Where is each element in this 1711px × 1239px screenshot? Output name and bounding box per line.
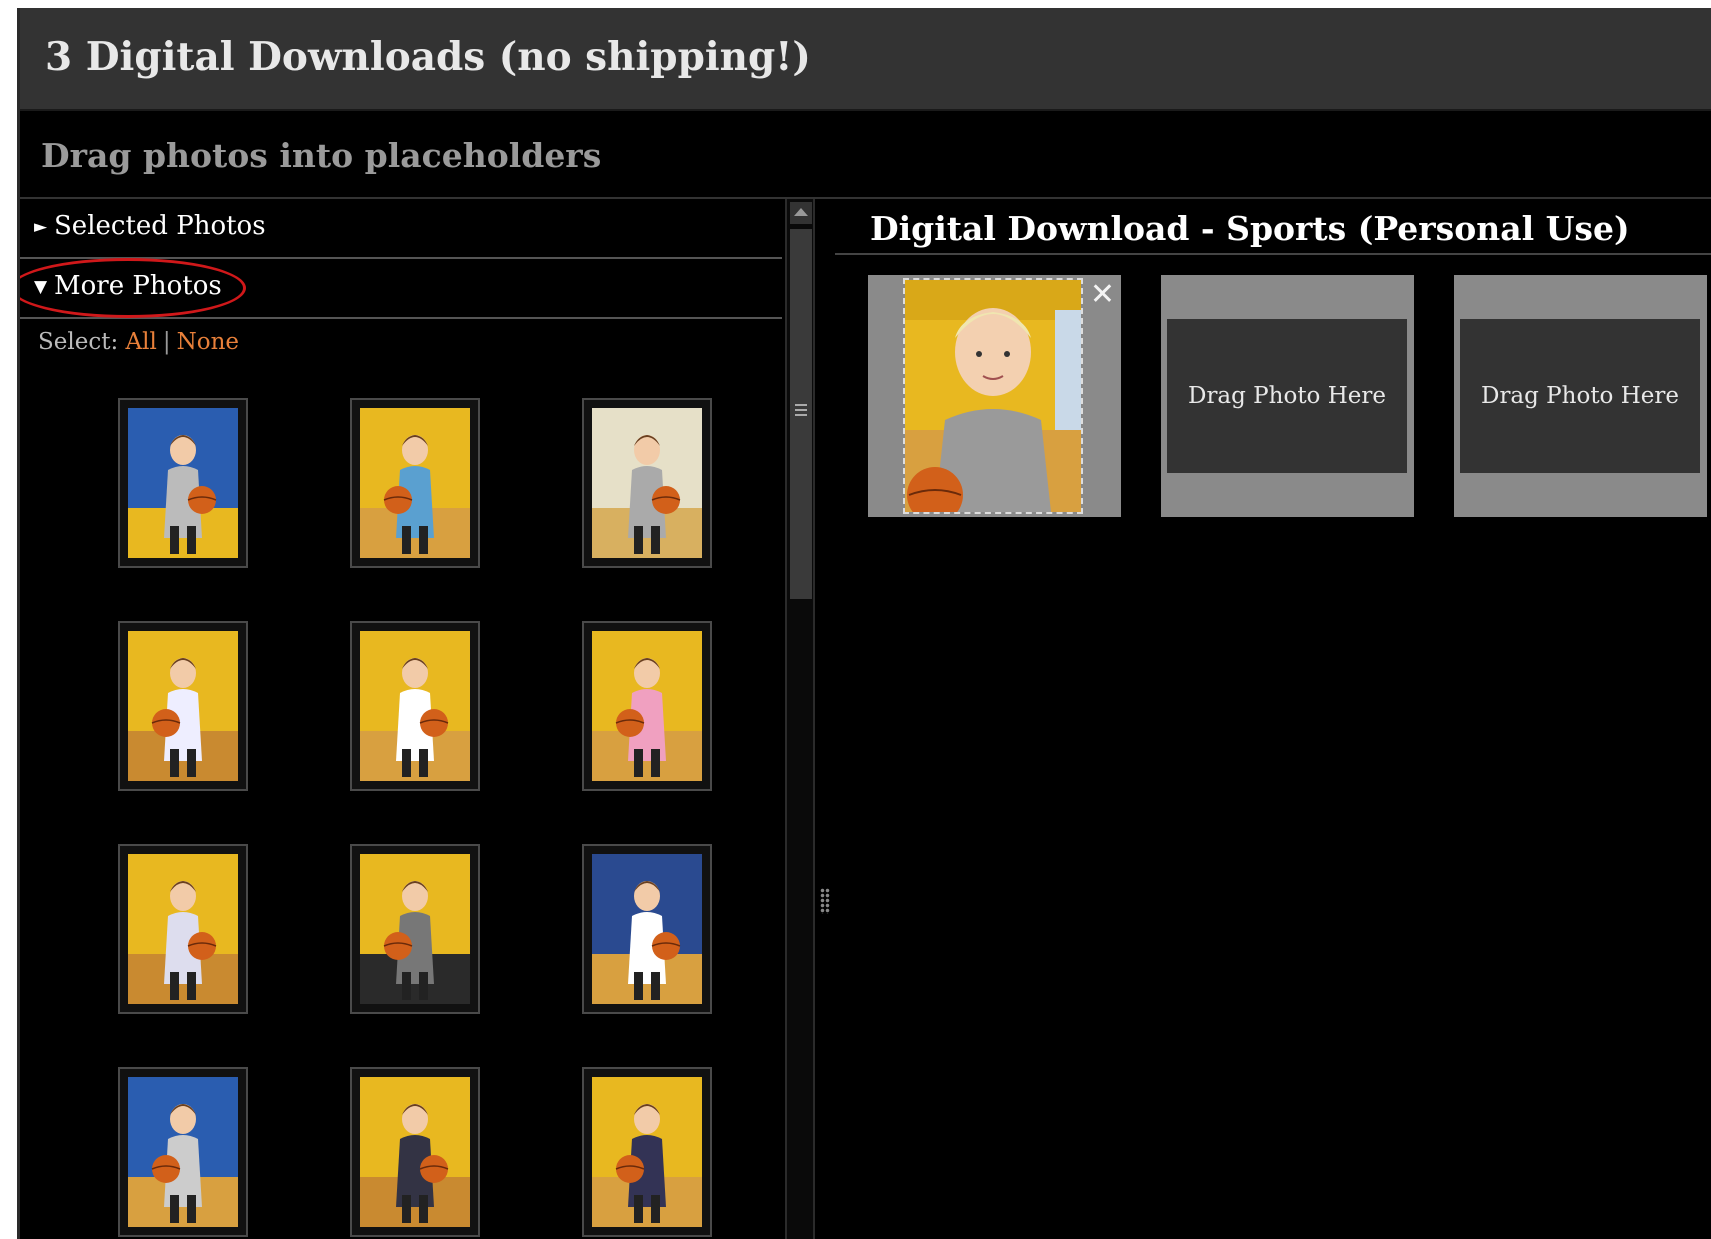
thumbnail-image	[592, 1077, 702, 1227]
title-bar: 3 Digital Downloads (no shipping!)	[20, 8, 1711, 111]
photo-selection-dialog: 3 Digital Downloads (no shipping!) Drag …	[17, 8, 1711, 1239]
thumbnail-image	[128, 408, 238, 558]
photo-browser-panel: ► Selected Photos ▼ More Photos Select: …	[20, 199, 785, 1239]
panel-splitter-handle[interactable]	[820, 888, 830, 914]
more-photos-label: More Photos	[54, 271, 222, 301]
page-title: 3 Digital Downloads (no shipping!)	[45, 34, 811, 80]
photo-thumbnail[interactable]	[118, 1067, 248, 1237]
photo-thumbnail[interactable]	[582, 844, 712, 1014]
thumbnail-image	[128, 631, 238, 781]
photo-thumbnail[interactable]	[350, 1067, 480, 1237]
select-controls: Select: All | None	[38, 329, 239, 355]
photo-thumbnail[interactable]	[118, 621, 248, 791]
photo-thumbnail[interactable]	[582, 398, 712, 568]
instruction-text: Drag photos into placeholders	[41, 136, 602, 175]
photo-thumbnail[interactable]	[582, 621, 712, 791]
thumbnail-image	[592, 854, 702, 1004]
product-title: Digital Download - Sports (Personal Use)	[870, 209, 1630, 248]
photo-slot-3[interactable]: Drag Photo Here	[1454, 275, 1707, 517]
selected-photos-header[interactable]: ► Selected Photos	[20, 199, 782, 259]
photo-thumbnail[interactable]	[350, 621, 480, 791]
product-title-bar: Digital Download - Sports (Personal Use)	[835, 199, 1711, 255]
thumbnail-image	[592, 408, 702, 558]
thumbnail-image	[360, 408, 470, 558]
thumbnail-image	[128, 1077, 238, 1227]
scroll-thumb[interactable]	[790, 229, 812, 599]
drop-zone-label: Drag Photo Here	[1481, 383, 1679, 409]
thumbnail-image	[592, 631, 702, 781]
selected-photos-label: Selected Photos	[54, 211, 266, 241]
thumbnail-image	[360, 854, 470, 1004]
drop-zone-3[interactable]: Drag Photo Here	[1460, 319, 1700, 473]
scroll-grip-icon	[795, 404, 807, 418]
photo-thumbnail[interactable]	[350, 398, 480, 568]
instruction-bar: Drag photos into placeholders	[20, 111, 1711, 199]
scroll-up-arrow-icon[interactable]	[790, 202, 812, 224]
select-all-link[interactable]: All	[126, 329, 157, 355]
photo-thumbnail[interactable]	[582, 1067, 712, 1237]
thumbnail-image	[360, 1077, 470, 1227]
thumbnail-image	[128, 854, 238, 1004]
photo-slot-1[interactable]: ✕	[868, 275, 1121, 517]
drop-zone-label: Drag Photo Here	[1188, 383, 1386, 409]
select-label: Select:	[38, 329, 126, 355]
photo-slot-2[interactable]: Drag Photo Here	[1161, 275, 1414, 517]
select-none-link[interactable]: None	[177, 329, 239, 355]
drop-zone-2[interactable]: Drag Photo Here	[1167, 319, 1407, 473]
page: 3 Digital Downloads (no shipping!) Drag …	[0, 0, 1711, 1239]
expanded-arrow-icon: ▼	[34, 277, 48, 297]
thumbnail-image	[360, 631, 470, 781]
photo-thumbnail[interactable]	[350, 844, 480, 1014]
placed-photo-image	[905, 280, 1081, 512]
photo-thumbnail[interactable]	[118, 398, 248, 568]
product-panel: Digital Download - Sports (Personal Use)	[835, 199, 1711, 1239]
photo-thumbnail[interactable]	[118, 844, 248, 1014]
placed-photo[interactable]	[903, 278, 1083, 514]
select-separator: |	[162, 329, 171, 355]
close-icon[interactable]: ✕	[1090, 277, 1115, 312]
more-photos-header[interactable]: ▼ More Photos	[20, 259, 782, 319]
photo-panel-scrollbar[interactable]	[785, 199, 815, 1239]
collapsed-arrow-icon: ►	[34, 217, 48, 237]
